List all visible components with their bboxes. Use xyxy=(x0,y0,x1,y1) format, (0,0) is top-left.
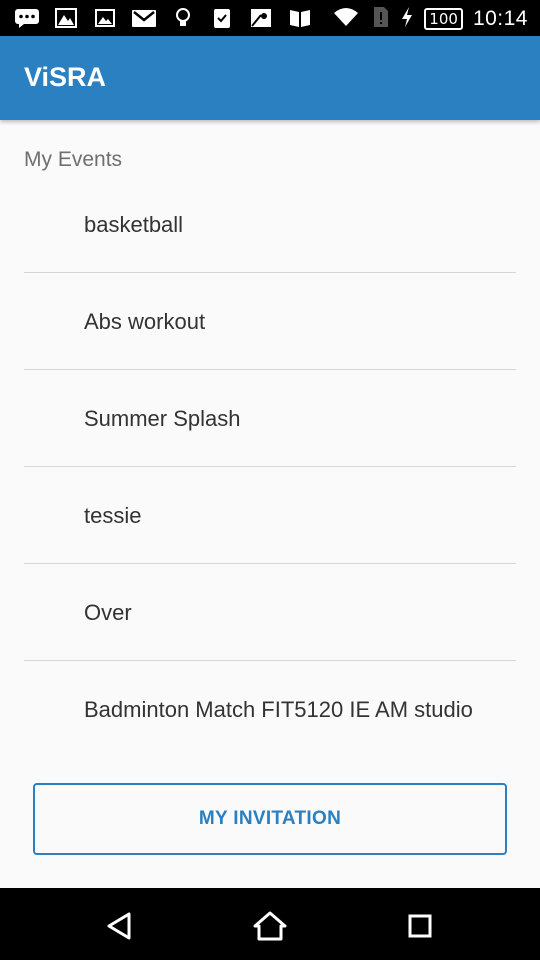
event-item-abs-workout[interactable]: Abs workout xyxy=(24,273,516,370)
status-right: 100 10:14 xyxy=(332,5,528,33)
navigation-bar xyxy=(0,888,540,960)
photo-icon xyxy=(92,6,118,30)
event-item-basketball[interactable]: basketball xyxy=(24,176,516,273)
clipboard-check-icon xyxy=(209,6,235,30)
home-icon[interactable] xyxy=(250,906,290,946)
message-icon xyxy=(14,6,40,30)
app-bar: ViSRA xyxy=(0,36,540,120)
wifi-icon xyxy=(332,6,360,32)
event-list: basketball Abs workout Summer Splash tes… xyxy=(24,176,516,758)
battery-level: 100 xyxy=(424,8,463,30)
bulb-icon xyxy=(170,6,196,30)
event-label: Abs workout xyxy=(84,309,206,334)
event-item-over[interactable]: Over xyxy=(24,564,516,661)
app-title: ViSRA xyxy=(24,62,107,92)
event-label: basketball xyxy=(84,212,184,237)
event-item-summer-splash[interactable]: Summer Splash xyxy=(24,370,516,467)
charging-icon xyxy=(400,6,414,32)
back-icon[interactable] xyxy=(100,906,140,946)
event-item-badminton-match[interactable]: Badminton Match FIT5120 IE AM studio xyxy=(24,661,516,758)
event-label: Badminton Match FIT5120 IE AM studio xyxy=(84,697,473,722)
event-label: Over xyxy=(84,600,132,625)
sim-alert-icon xyxy=(370,5,390,33)
notification-icons xyxy=(14,6,313,30)
maps-icon xyxy=(248,6,274,30)
event-item-tessie[interactable]: tessie xyxy=(24,467,516,564)
event-label: Summer Splash xyxy=(84,406,241,431)
status-time: 10:14 xyxy=(472,7,528,30)
status-bar: 100 10:14 xyxy=(0,0,540,36)
recents-icon[interactable] xyxy=(400,906,440,946)
gmail-icon xyxy=(131,6,157,30)
image-icon xyxy=(53,6,79,30)
section-title: My Events xyxy=(24,148,123,171)
my-invitation-button[interactable]: MY INVITATION xyxy=(33,783,507,855)
book-icon xyxy=(287,6,313,30)
event-label: tessie xyxy=(84,503,142,528)
